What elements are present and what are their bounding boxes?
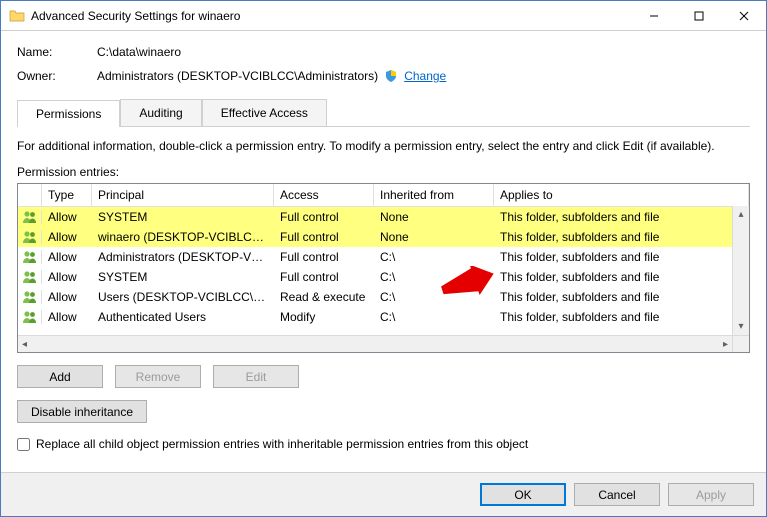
cell-access: Read & execute [274,290,374,304]
cell-type: Allow [42,230,92,244]
cell-principal: Administrators (DESKTOP-VCI... [92,250,274,264]
cell-applies: This folder, subfolders and file [494,250,749,264]
entry-buttons: Add Remove Edit [17,365,750,388]
edit-button[interactable]: Edit [213,365,299,388]
content-area: Name: C:\data\winaero Owner: Administrat… [1,31,766,472]
scroll-corner [732,335,749,352]
maximize-button[interactable] [676,1,721,30]
ok-button[interactable]: OK [480,483,566,506]
cell-access: Modify [274,310,374,324]
vertical-scrollbar[interactable]: ▴ ▾ [732,206,749,335]
replace-checkbox-label: Replace all child object permission entr… [36,437,528,451]
cell-applies: This folder, subfolders and file [494,270,749,284]
dialog-footer: OK Cancel Apply [1,472,766,516]
cell-type: Allow [42,210,92,224]
users-icon [18,230,42,244]
table-header: Type Principal Access Inherited from App… [18,184,749,207]
cell-applies: This folder, subfolders and file [494,290,749,304]
users-icon [18,210,42,224]
name-label: Name: [17,45,97,59]
table-row[interactable]: AllowAdministrators (DESKTOP-VCI...Full … [18,247,749,267]
cell-type: Allow [42,290,92,304]
cancel-button[interactable]: Cancel [574,483,660,506]
cell-principal: SYSTEM [92,210,274,224]
table-body: AllowSYSTEMFull controlNoneThis folder, … [18,207,749,352]
permission-table: Type Principal Access Inherited from App… [17,183,750,353]
table-row[interactable]: AllowAuthenticated UsersModifyC:\This fo… [18,307,749,327]
replace-checkbox[interactable] [17,438,30,451]
table-row[interactable]: AllowUsers (DESKTOP-VCIBLCC\Us...Read & … [18,287,749,307]
change-owner-link[interactable]: Change [404,69,446,83]
tabs: Permissions Auditing Effective Access [17,99,750,126]
cell-inherited: C:\ [374,270,494,284]
cell-inherited: None [374,230,494,244]
cell-inherited: C:\ [374,310,494,324]
tab-permissions[interactable]: Permissions [17,100,120,127]
add-button[interactable]: Add [17,365,103,388]
cell-principal: Users (DESKTOP-VCIBLCC\Us... [92,290,274,304]
disable-inheritance-button[interactable]: Disable inheritance [17,400,147,423]
cell-type: Allow [42,270,92,284]
cell-applies: This folder, subfolders and file [494,210,749,224]
owner-value: Administrators (DESKTOP-VCIBLCC\Administ… [97,69,378,83]
column-principal[interactable]: Principal [92,184,274,206]
inheritance-buttons: Disable inheritance [17,400,750,423]
users-icon [18,270,42,284]
cell-inherited: C:\ [374,250,494,264]
cell-principal: Authenticated Users [92,310,274,324]
cell-access: Full control [274,270,374,284]
shield-icon [384,69,398,83]
scroll-left-icon[interactable]: ◂ [22,339,27,350]
cell-inherited: C:\ [374,290,494,304]
folder-icon [9,8,25,24]
info-text: For additional information, double-click… [17,139,750,153]
window-buttons [631,1,766,30]
scroll-down-icon[interactable]: ▾ [733,318,749,335]
cell-principal: winaero (DESKTOP-VCIBLCC\... [92,230,274,244]
horizontal-scrollbar[interactable]: ◂ ▸ [18,335,732,352]
cell-applies: This folder, subfolders and file [494,230,749,244]
entries-label: Permission entries: [17,165,750,179]
cell-access: Full control [274,230,374,244]
table-row[interactable]: AllowSYSTEMFull controlNoneThis folder, … [18,207,749,227]
name-row: Name: C:\data\winaero [17,45,750,59]
owner-row: Owner: Administrators (DESKTOP-VCIBLCC\A… [17,69,750,83]
table-row[interactable]: AllowSYSTEMFull controlC:\This folder, s… [18,267,749,287]
users-icon [18,290,42,304]
users-icon [18,310,42,324]
window-title: Advanced Security Settings for winaero [31,9,631,23]
cell-applies: This folder, subfolders and file [494,310,749,324]
tab-underline [17,126,750,127]
replace-checkbox-row[interactable]: Replace all child object permission entr… [17,437,750,451]
cell-access: Full control [274,210,374,224]
cell-access: Full control [274,250,374,264]
apply-button[interactable]: Apply [668,483,754,506]
cell-type: Allow [42,250,92,264]
tab-auditing[interactable]: Auditing [120,99,201,126]
table-row[interactable]: Allowwinaero (DESKTOP-VCIBLCC\...Full co… [18,227,749,247]
column-applies[interactable]: Applies to [494,184,749,206]
close-button[interactable] [721,1,766,30]
minimize-button[interactable] [631,1,676,30]
remove-button[interactable]: Remove [115,365,201,388]
window: Advanced Security Settings for winaero N… [0,0,767,517]
scroll-up-icon[interactable]: ▴ [733,206,749,223]
scroll-right-icon[interactable]: ▸ [723,339,728,350]
cell-inherited: None [374,210,494,224]
column-access[interactable]: Access [274,184,374,206]
column-inherited[interactable]: Inherited from [374,184,494,206]
cell-type: Allow [42,310,92,324]
users-icon [18,250,42,264]
owner-label: Owner: [17,69,97,83]
cell-principal: SYSTEM [92,270,274,284]
column-icon[interactable] [18,184,42,206]
titlebar: Advanced Security Settings for winaero [1,1,766,31]
tab-effective-access[interactable]: Effective Access [202,99,327,126]
column-type[interactable]: Type [42,184,92,206]
name-value: C:\data\winaero [97,45,181,59]
